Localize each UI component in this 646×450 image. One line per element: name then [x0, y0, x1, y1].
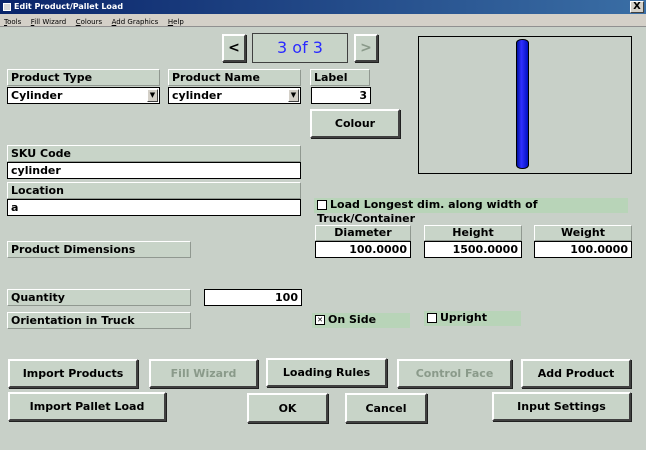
product-type-label: Product Type: [7, 69, 160, 86]
on-side-checkbox[interactable]: ✕ On Side: [312, 313, 410, 328]
load-longest-checkbox[interactable]: Load Longest dim. along width of Truck/C…: [314, 198, 628, 225]
fill-wizard-button[interactable]: Fill Wizard: [149, 359, 258, 388]
loading-rules-button[interactable]: Loading Rules: [266, 358, 387, 387]
weight-label: Weight: [534, 225, 632, 241]
height-input[interactable]: 1500.0000: [424, 241, 522, 258]
control-face-button[interactable]: Control Face: [397, 359, 512, 388]
checkbox-checked-icon[interactable]: ✕: [315, 315, 325, 325]
chevron-down-icon[interactable]: ▼: [147, 89, 158, 102]
menu-tools[interactable]: Tools: [2, 16, 23, 29]
chevron-down-icon[interactable]: ▼: [288, 89, 299, 102]
window-title: Edit Product/Pallet Load: [14, 2, 124, 11]
product-name-combo[interactable]: cylinder ▼: [168, 87, 301, 104]
location-label: Location: [7, 182, 301, 199]
quantity-input[interactable]: 100: [204, 289, 302, 306]
diameter-input[interactable]: 100.0000: [315, 241, 411, 258]
prev-button[interactable]: <: [222, 34, 246, 62]
upright-checkbox[interactable]: Upright: [424, 311, 521, 326]
label-input[interactable]: 3: [311, 87, 371, 104]
height-label: Height: [424, 225, 522, 241]
ok-button[interactable]: OK: [247, 393, 328, 423]
add-product-button[interactable]: Add Product: [521, 359, 631, 388]
product-name-value: cylinder: [172, 89, 222, 102]
menu-help[interactable]: Help: [166, 16, 186, 29]
on-side-label: On Side: [328, 313, 377, 326]
sku-input[interactable]: cylinder: [7, 162, 301, 179]
sku-label: SKU Code: [7, 145, 301, 162]
load-longest-label: Load Longest dim. along width of Truck/C…: [317, 198, 538, 225]
product-dimensions-label: Product Dimensions: [7, 241, 191, 258]
cancel-button[interactable]: Cancel: [345, 393, 427, 423]
checkbox-unchecked-icon[interactable]: [427, 313, 437, 323]
checkbox-unchecked-icon[interactable]: [317, 200, 327, 210]
import-products-button[interactable]: Import Products: [8, 359, 138, 388]
app-icon: [3, 3, 11, 11]
weight-input[interactable]: 100.0000: [534, 241, 632, 258]
colour-button[interactable]: Colour: [310, 109, 400, 138]
close-button[interactable]: X: [630, 1, 644, 13]
diameter-label: Diameter: [315, 225, 411, 241]
title-bar: Edit Product/Pallet Load: [0, 0, 646, 14]
next-button[interactable]: >: [354, 34, 378, 62]
input-settings-button[interactable]: Input Settings: [492, 392, 631, 421]
upright-label: Upright: [440, 311, 487, 324]
menu-add-graphics[interactable]: Add Graphics: [110, 16, 161, 29]
menu-bar: Tools Fill Wizard Colours Add Graphics H…: [0, 14, 646, 27]
location-input[interactable]: a: [7, 199, 301, 216]
product-type-combo[interactable]: Cylinder ▼: [7, 87, 160, 104]
record-counter: 3 of 3: [252, 33, 348, 63]
cylinder-graphic: [516, 39, 529, 169]
product-preview: [418, 36, 632, 174]
product-type-value: Cylinder: [11, 89, 63, 102]
product-name-label: Product Name: [168, 69, 301, 86]
import-pallet-load-button[interactable]: Import Pallet Load: [8, 392, 166, 421]
label-field-label: Label: [310, 69, 370, 86]
quantity-label: Quantity: [7, 289, 191, 306]
orientation-label: Orientation in Truck: [7, 312, 191, 329]
menu-colours[interactable]: Colours: [74, 16, 104, 29]
menu-fill-wizard[interactable]: Fill Wizard: [29, 16, 68, 29]
